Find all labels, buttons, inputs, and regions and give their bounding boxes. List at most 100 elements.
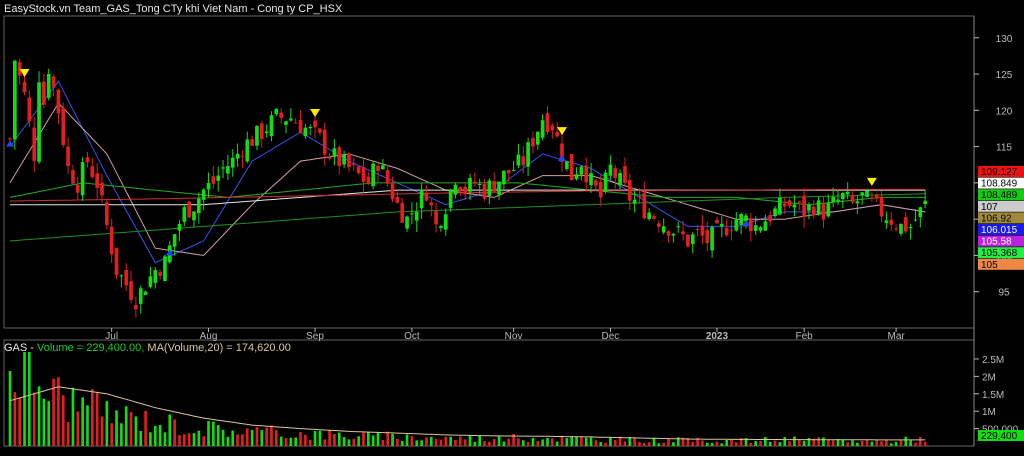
candle-body xyxy=(95,173,99,188)
candle-body xyxy=(443,214,448,230)
candle-body xyxy=(269,115,274,137)
candle-body xyxy=(637,196,642,198)
price-label: 106.015 xyxy=(981,225,1018,236)
candle-body xyxy=(216,175,221,181)
candle-body xyxy=(908,226,913,229)
signal-up-arrow xyxy=(558,155,566,162)
signal-down-arrow xyxy=(310,108,321,117)
candle-body xyxy=(322,129,327,155)
candle-body xyxy=(705,230,710,244)
candle-body xyxy=(482,184,487,199)
price-label: 108.849 xyxy=(981,179,1018,190)
candle-body xyxy=(351,163,356,165)
candle-body xyxy=(124,269,129,286)
candle-body xyxy=(453,184,458,195)
candle-body xyxy=(865,190,869,197)
candle-body xyxy=(903,217,908,232)
price-chart[interactable]: 95100105110115120125130JulAugSepOctNovDe… xyxy=(0,0,1024,456)
candle-body xyxy=(681,231,685,235)
candle-body xyxy=(492,181,497,192)
volume-last-label: 229,400 xyxy=(981,431,1018,442)
candle-body xyxy=(758,227,763,231)
candle-body xyxy=(13,60,17,140)
candle-body xyxy=(395,197,400,203)
candle-body xyxy=(594,180,598,186)
candle-body xyxy=(526,142,530,167)
candle-body xyxy=(603,172,608,192)
candle-body xyxy=(27,97,32,122)
candle-body xyxy=(371,163,375,187)
candle-body xyxy=(763,221,768,231)
candle-body xyxy=(676,226,681,228)
candle-body xyxy=(419,189,424,209)
candle-body xyxy=(690,234,695,245)
candle-body xyxy=(424,192,429,201)
candle-body xyxy=(61,107,66,146)
candle-body xyxy=(894,228,898,230)
candle-body xyxy=(434,210,438,225)
x-tick-label: Jul xyxy=(105,331,118,342)
candle-body xyxy=(584,165,589,183)
candle-body xyxy=(719,223,724,227)
candle-body xyxy=(410,213,414,215)
candle-body xyxy=(448,189,453,208)
candle-body xyxy=(143,291,148,295)
candle-body xyxy=(879,196,884,217)
candle-body xyxy=(579,166,584,175)
candle-body xyxy=(22,81,27,93)
candle-body xyxy=(845,191,850,195)
price-tick-label: 95 xyxy=(998,288,1010,299)
volume-tick-label: 2M xyxy=(982,372,996,383)
candle-body xyxy=(385,170,390,184)
candle-body xyxy=(177,223,182,231)
candle-body xyxy=(589,173,593,186)
candle-body xyxy=(206,182,211,190)
candle-body xyxy=(778,197,782,215)
volume-ma-line xyxy=(9,386,926,441)
candle-body xyxy=(836,199,840,202)
candle-body xyxy=(671,233,676,236)
ma-line-1 xyxy=(9,102,926,256)
ma-line-0 xyxy=(9,80,926,264)
chart-window: EasyStock.vn Team_GAS_Tong CTy khi Viet … xyxy=(0,0,1024,456)
candle-body xyxy=(870,197,874,199)
candle-body xyxy=(613,168,618,179)
candle-body xyxy=(797,201,802,203)
candle-body xyxy=(816,200,821,214)
candle-body xyxy=(376,165,380,171)
candle-body xyxy=(264,131,269,134)
price-label: 106.92 xyxy=(981,213,1012,224)
candle-body xyxy=(545,113,550,133)
candle-body xyxy=(327,156,332,159)
candle-body xyxy=(715,219,719,224)
candle-body xyxy=(259,123,264,139)
candle-body xyxy=(487,180,492,196)
candle-body xyxy=(889,219,894,225)
price-label: 107 xyxy=(981,202,998,213)
candle-body xyxy=(632,199,637,204)
price-label: 105 xyxy=(981,260,998,271)
candle-body xyxy=(473,181,477,184)
candle-body xyxy=(874,194,879,199)
x-tick-label: Aug xyxy=(200,331,218,342)
candle-body xyxy=(255,125,259,146)
candle-body xyxy=(598,181,603,198)
candle-body xyxy=(724,227,729,236)
candle-body xyxy=(226,166,230,174)
candle-body xyxy=(550,125,555,131)
x-tick-label: Dec xyxy=(602,331,620,342)
candle-body xyxy=(80,162,85,196)
candle-body xyxy=(841,192,845,200)
candle-body xyxy=(608,164,613,176)
candle-body xyxy=(414,211,419,221)
candle-body xyxy=(642,193,647,219)
candle-body xyxy=(695,228,700,230)
candle-body xyxy=(477,184,482,186)
candle-body xyxy=(32,127,37,161)
candle-body xyxy=(390,183,395,200)
candle-body xyxy=(182,207,187,222)
candle-body xyxy=(400,202,405,223)
candle-body xyxy=(463,186,467,195)
volume-panel-frame xyxy=(3,339,975,447)
candle-body xyxy=(235,153,240,159)
